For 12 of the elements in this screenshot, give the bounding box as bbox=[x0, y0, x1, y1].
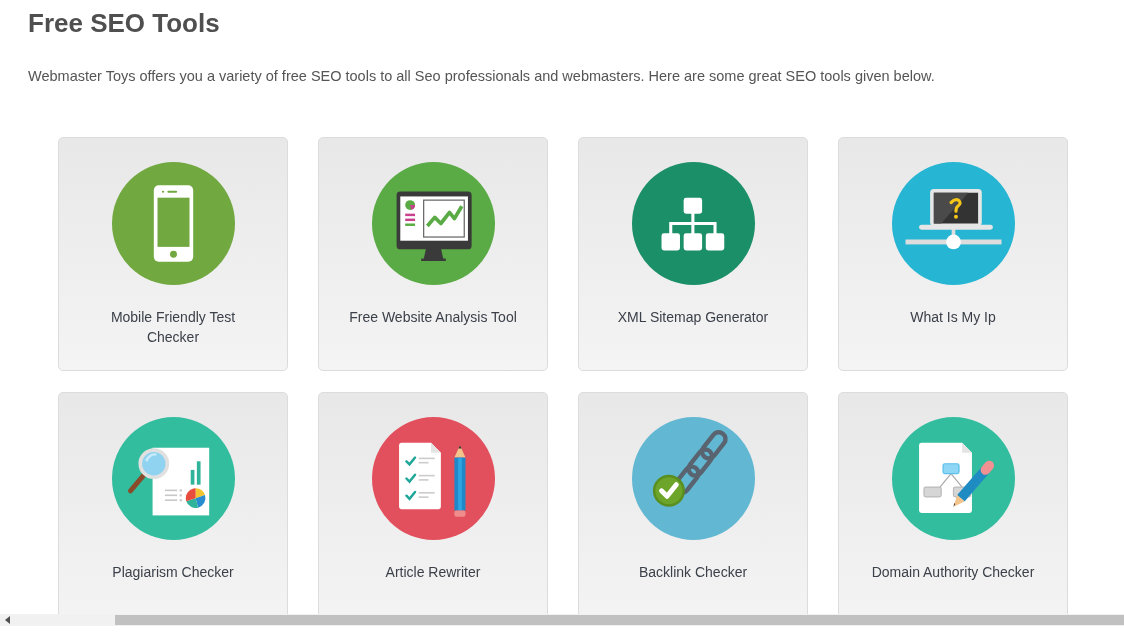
scrollbar-thumb[interactable] bbox=[115, 615, 1124, 625]
page-title: Free SEO Tools bbox=[28, 7, 221, 39]
tool-card[interactable]: Domain Authority Checker bbox=[838, 392, 1068, 614]
tool-card[interactable]: Article Rewriter bbox=[318, 392, 548, 614]
tool-card[interactable]: Mobile Friendly Test Checker bbox=[58, 137, 288, 371]
tool-card[interactable]: Plagiarism Checker bbox=[58, 392, 288, 614]
intro-text: Webmaster Toys offers you a variety of free SEO tools to all Seo professionals and webmasters. Here are some great SEO tools given below. bbox=[28, 67, 936, 86]
tool-card[interactable]: XML Sitemap Generator bbox=[578, 137, 808, 371]
tool-card[interactable]: Free Website Analysis Tool bbox=[318, 137, 548, 371]
tool-card[interactable]: Backlink Checker bbox=[578, 392, 808, 614]
caret-left-icon bbox=[4, 616, 10, 624]
tool-card[interactable]: What Is My Ip bbox=[838, 137, 1068, 371]
